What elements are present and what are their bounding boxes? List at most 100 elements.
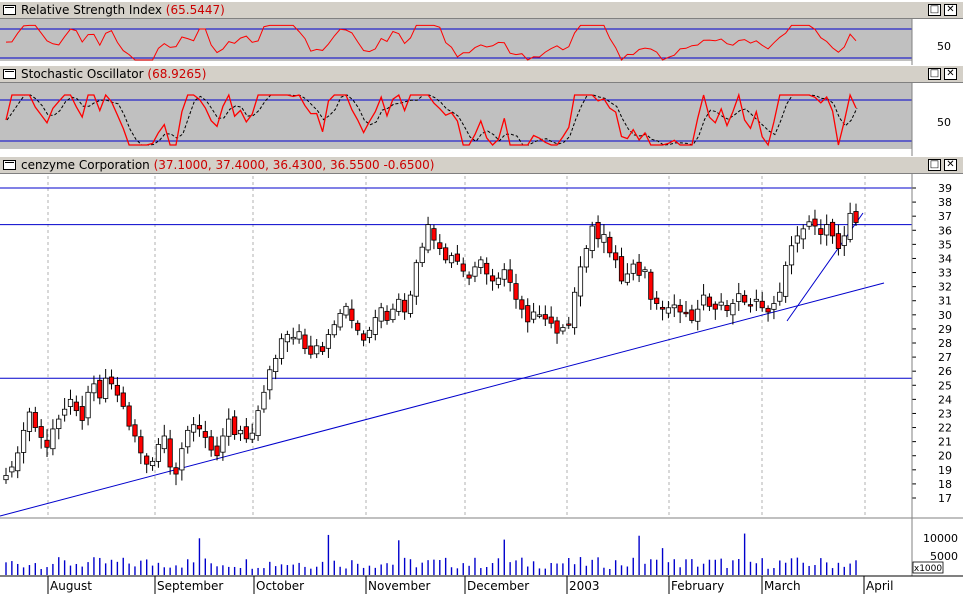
- candle-body: [777, 291, 783, 302]
- candle-body: [484, 262, 490, 275]
- candle-body: [278, 338, 285, 359]
- restore-button[interactable]: □: [928, 68, 941, 80]
- candle-body: [671, 304, 677, 309]
- candle-body: [372, 317, 378, 335]
- price-tick-label: 19: [938, 464, 952, 477]
- candle-body: [736, 293, 742, 302]
- candle-body: [290, 336, 296, 340]
- candle-body: [390, 308, 396, 321]
- candle-body: [261, 391, 267, 410]
- candle-body: [114, 384, 120, 396]
- candle-body: [548, 316, 554, 324]
- price-tick-label: 17: [938, 492, 952, 505]
- close-button[interactable]: ✕: [944, 68, 957, 80]
- candle-body: [314, 345, 320, 355]
- candle-body: [243, 426, 249, 440]
- candle-body: [185, 429, 191, 448]
- candle-body: [654, 297, 660, 304]
- candle-body: [149, 460, 156, 467]
- candle-body: [196, 425, 203, 430]
- price-axis: 393837363534 3332313029282726252423 222120…: [912, 182, 952, 505]
- candle-body: [319, 346, 326, 352]
- candle-body: [202, 431, 208, 438]
- price-tick-label: 18: [938, 478, 952, 491]
- candle-body: [618, 256, 625, 282]
- close-button[interactable]: ✕: [944, 159, 957, 171]
- candle-body: [173, 467, 179, 475]
- candle-body: [812, 218, 818, 227]
- candle-body: [607, 236, 613, 254]
- candle-body: [44, 439, 50, 448]
- volume-label-10000: 10000: [923, 532, 958, 545]
- candle-body: [355, 322, 361, 331]
- price-tick-label: 26: [938, 365, 952, 378]
- candle-body: [302, 334, 308, 350]
- candle-body: [771, 303, 777, 310]
- candle-body: [226, 418, 232, 437]
- candle-body: [718, 301, 724, 306]
- candle-body: [161, 435, 167, 450]
- candle-body: [296, 331, 302, 340]
- candle-body: [513, 283, 519, 300]
- price-pane-titlebar[interactable]: cenzyme Corporation (37.1000, 37.4000, 3…: [0, 156, 963, 174]
- candle-body: [700, 294, 707, 306]
- candle-body: [413, 262, 419, 297]
- candle-body: [56, 418, 62, 430]
- stoch-pane-titlebar[interactable]: Stochastic Oscillator (68.9265) □ ✕: [0, 65, 963, 83]
- candle-body: [237, 429, 244, 435]
- close-button[interactable]: ✕: [944, 4, 957, 16]
- price-plot-area: [0, 175, 912, 518]
- candle-body: [806, 221, 812, 227]
- restore-button[interactable]: □: [928, 4, 941, 16]
- candle-body: [824, 224, 830, 236]
- candle-body: [73, 401, 79, 412]
- month-label: September: [157, 579, 223, 593]
- candle-body: [132, 424, 138, 437]
- candle-body: [742, 294, 748, 303]
- candle-body: [460, 263, 466, 272]
- candle-body: [425, 224, 431, 251]
- candle-body: [232, 416, 238, 435]
- candle-body: [384, 310, 390, 321]
- candle-body: [155, 444, 162, 462]
- restore-button[interactable]: □: [928, 159, 941, 171]
- candle-body: [489, 275, 496, 282]
- candle-body: [478, 259, 484, 268]
- candle-body: [448, 255, 455, 264]
- candle-body: [542, 314, 548, 320]
- window-icon: [3, 69, 16, 79]
- candle-body: [665, 307, 672, 314]
- price-ohlc-value: (37.1000, 37.4000, 36.4300, 36.5500 -0.6…: [153, 158, 435, 172]
- candle-body: [783, 265, 789, 297]
- price-title: cenzyme Corporation: [21, 158, 150, 172]
- price-tick-label: 35: [938, 238, 952, 251]
- candle-body: [108, 376, 115, 385]
- price-tick-label: 32: [938, 281, 952, 294]
- candle-body: [601, 234, 607, 243]
- candle-body: [841, 235, 847, 246]
- candle-body: [20, 429, 27, 453]
- price-tick-label: 36: [938, 224, 952, 237]
- rsi-value: (65.5447): [165, 3, 225, 17]
- candle-body: [495, 277, 502, 285]
- candle-body: [407, 294, 414, 314]
- candle-body: [847, 212, 853, 240]
- window-icon: [3, 5, 16, 15]
- candle-body: [530, 311, 537, 320]
- candle-body: [214, 445, 220, 457]
- candle-body: [91, 383, 97, 394]
- chart-canvas: 50 50 393837363534 3332313029282726252423…: [0, 19, 963, 594]
- candle-body: [712, 303, 718, 310]
- candle-body: [126, 405, 132, 427]
- price-tick-label: 23: [938, 407, 952, 420]
- candle-body: [50, 428, 56, 450]
- month-label: April: [866, 579, 893, 593]
- candle-body: [560, 327, 566, 332]
- candle-body: [642, 269, 648, 273]
- candle-body: [85, 391, 91, 419]
- rsi-pane-titlebar[interactable]: Relative Strength Index (65.5447) □ ✕: [0, 1, 963, 19]
- price-tick-label: 25: [938, 379, 952, 392]
- candle-body: [3, 475, 9, 481]
- candle-body: [788, 245, 795, 266]
- candle-body: [120, 392, 126, 407]
